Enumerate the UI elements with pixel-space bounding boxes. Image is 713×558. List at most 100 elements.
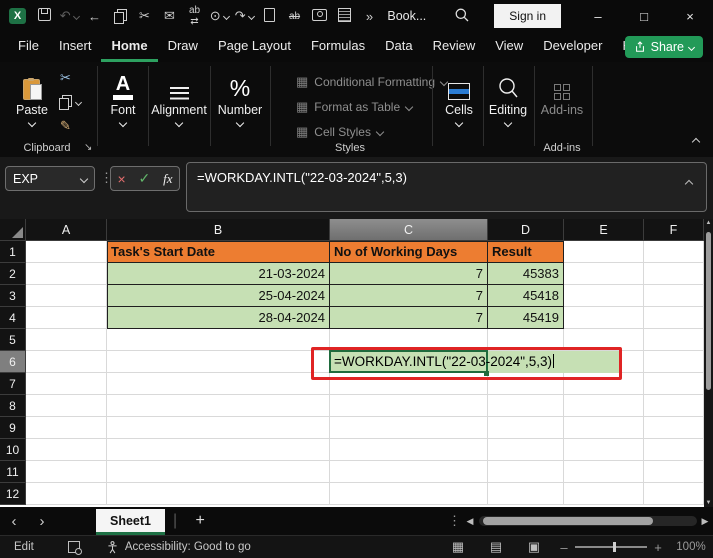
cell-c1[interactable]: No of Working Days	[330, 241, 488, 263]
cell-d7[interactable]	[488, 373, 564, 395]
cell-c11[interactable]	[330, 461, 488, 483]
cell-e4[interactable]	[564, 307, 644, 329]
tab-page-layout[interactable]: Page Layout	[208, 32, 301, 62]
column-header-e[interactable]: E	[564, 219, 644, 241]
cell-a3[interactable]	[26, 285, 107, 307]
conditional-formatting-button[interactable]: ▦ Conditional Formatting	[296, 74, 449, 90]
save-icon[interactable]	[32, 8, 57, 24]
insert-function-icon[interactable]: fx	[163, 171, 172, 187]
cell-e7[interactable]	[564, 373, 644, 395]
addins-group-button[interactable]: Add-ins	[540, 68, 584, 117]
select-all-corner[interactable]	[0, 219, 26, 241]
new-file-icon[interactable]	[257, 7, 282, 25]
cell-d2[interactable]: 45383	[488, 263, 564, 285]
cell-c7[interactable]	[330, 373, 488, 395]
page-break-view-icon[interactable]: ▣	[515, 539, 553, 555]
cell-d1[interactable]: Result	[488, 241, 564, 263]
number-group-button[interactable]: % Number	[214, 68, 266, 128]
cell-d9[interactable]	[488, 417, 564, 439]
cell-a6[interactable]	[26, 351, 107, 373]
cell-f2[interactable]	[644, 263, 704, 285]
row-header-1[interactable]: 1	[0, 241, 26, 263]
cell-c3[interactable]: 7	[330, 285, 488, 307]
column-header-b[interactable]: B	[107, 219, 330, 241]
column-header-d[interactable]: D	[488, 219, 564, 241]
editing-group-button[interactable]: Editing	[485, 68, 531, 128]
cell-d4[interactable]: 45419	[488, 307, 564, 329]
touch-mode-icon[interactable]: ⊙	[207, 8, 232, 24]
cell-c8[interactable]	[330, 395, 488, 417]
vertical-scroll-thumb[interactable]	[706, 232, 711, 390]
add-sheet-button[interactable]: +	[185, 512, 215, 530]
column-header-c[interactable]: C	[330, 219, 488, 241]
undo-icon[interactable]: ↶	[57, 8, 82, 24]
scroll-down-icon[interactable]: ▼	[704, 500, 713, 506]
row-header-4[interactable]: 4	[0, 307, 26, 329]
cell-a7[interactable]	[26, 373, 107, 395]
horizontal-scroll-thumb[interactable]	[483, 517, 653, 525]
cell-c5[interactable]	[330, 329, 488, 351]
formula-bar-collapse-icon[interactable]	[684, 175, 694, 190]
cell-a12[interactable]	[26, 483, 107, 505]
name-box[interactable]: EXP	[5, 166, 95, 191]
maximize-button[interactable]: □	[621, 9, 667, 24]
cell-e8[interactable]	[564, 395, 644, 417]
row-header-12[interactable]: 12	[0, 483, 26, 505]
cell-b2[interactable]: 21-03-2024	[107, 263, 330, 285]
draft-email-icon[interactable]: ✉	[157, 8, 182, 24]
clipboard-dialog-launcher-icon[interactable]: ↘	[84, 142, 92, 153]
collapse-ribbon-icon[interactable]	[691, 133, 701, 151]
cell-a5[interactable]	[26, 329, 107, 351]
enter-icon[interactable]: ✓	[139, 170, 151, 187]
cell-a11[interactable]	[26, 461, 107, 483]
cell-e2[interactable]	[564, 263, 644, 285]
row-header-10[interactable]: 10	[0, 439, 26, 461]
scroll-right-icon[interactable]: ▶	[697, 516, 713, 527]
accessibility-status[interactable]: Accessibility: Good to go	[106, 540, 251, 554]
cell-e5[interactable]	[564, 329, 644, 351]
cell-c10[interactable]	[330, 439, 488, 461]
row-header-11[interactable]: 11	[0, 461, 26, 483]
close-button[interactable]: ×	[667, 9, 713, 24]
ink-replay-icon[interactable]: ab	[282, 11, 307, 22]
tab-insert[interactable]: Insert	[49, 32, 102, 62]
row-header-2[interactable]: 2	[0, 263, 26, 285]
cell-b3[interactable]: 25-04-2024	[107, 285, 330, 307]
paste-button[interactable]: Paste	[16, 68, 48, 128]
cell-d8[interactable]	[488, 395, 564, 417]
cell-f4[interactable]	[644, 307, 704, 329]
row-header-9[interactable]: 9	[0, 417, 26, 439]
cell-a4[interactable]	[26, 307, 107, 329]
sheet-tab-sheet1[interactable]: Sheet1	[96, 509, 165, 535]
cell-b5[interactable]	[107, 329, 330, 351]
cell-a10[interactable]	[26, 439, 107, 461]
row-header-5[interactable]: 5	[0, 329, 26, 351]
cell-a9[interactable]	[26, 417, 107, 439]
cell-f7[interactable]	[644, 373, 704, 395]
macro-recording-icon[interactable]	[67, 541, 82, 555]
font-group-button[interactable]: A Font	[100, 68, 146, 128]
zoom-level[interactable]: 100%	[669, 541, 713, 553]
print-preview-icon[interactable]	[332, 7, 357, 25]
cell-e1[interactable]	[564, 241, 644, 263]
column-header-a[interactable]: A	[26, 219, 107, 241]
minimize-button[interactable]: –	[575, 9, 621, 24]
cell-d11[interactable]	[488, 461, 564, 483]
cell-a2[interactable]	[26, 263, 107, 285]
tab-home[interactable]: Home	[101, 32, 158, 62]
row-header-3[interactable]: 3	[0, 285, 26, 307]
back-icon[interactable]: ←	[82, 9, 107, 24]
camera-icon[interactable]	[307, 8, 332, 24]
cell-c4[interactable]: 7	[330, 307, 488, 329]
column-header-f[interactable]: F	[644, 219, 704, 241]
cell-f1[interactable]	[644, 241, 704, 263]
cell-styles-button[interactable]: ▦ Cell Styles	[296, 124, 385, 140]
cell-e3[interactable]	[564, 285, 644, 307]
tab-formulas[interactable]: Formulas	[301, 32, 375, 62]
tab-review[interactable]: Review	[423, 32, 486, 62]
tab-view[interactable]: View	[485, 32, 533, 62]
cell-d5[interactable]	[488, 329, 564, 351]
cell-b10[interactable]	[107, 439, 330, 461]
scroll-left-icon[interactable]: ◀	[461, 516, 479, 527]
vertical-scrollbar[interactable]: ▲ ▼	[704, 219, 713, 507]
